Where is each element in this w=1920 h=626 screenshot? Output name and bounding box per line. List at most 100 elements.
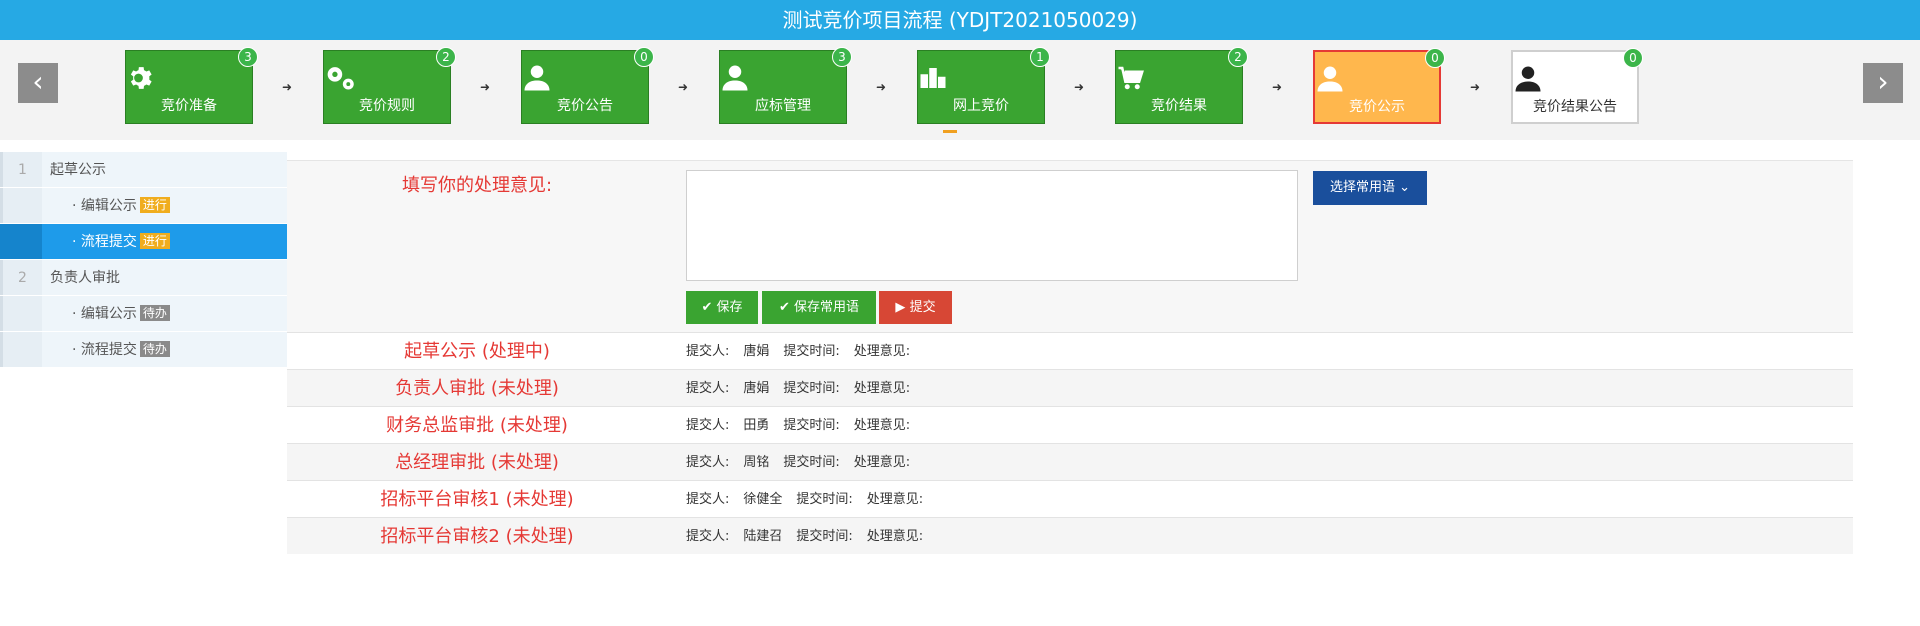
status-badge: 待办 [139, 341, 170, 357]
user-icon [524, 65, 550, 91]
submit-time-label: 提交时间: [796, 529, 853, 544]
step-badge: 0 [634, 47, 654, 67]
arrow-right-icon: ➜ [1272, 80, 1283, 94]
opinion-textarea[interactable] [686, 170, 1298, 281]
approval-record-row: 招标平台审核2 (未处理) 提交人: 陆建召 提交时间: 处理意见: [287, 517, 1853, 554]
save-common-phrase-button[interactable]: ✔ 保存常用语 [762, 291, 876, 324]
sidebar-item-number: 2 [0, 260, 42, 295]
submitter-name: 唐娟 [743, 381, 770, 396]
record-info: 提交人: 唐娟 提交时间: 处理意见: [686, 333, 924, 370]
approval-record-row: 财务总监审批 (未处理) 提交人: 田勇 提交时间: 处理意见: [287, 406, 1853, 443]
sidebar-item-label: · 流程提交 [72, 234, 137, 250]
step-bid-announcement[interactable]: 竞价公告 0 [521, 47, 654, 124]
sidebar-item-label: 负责人审批 [50, 270, 120, 286]
sidebar-item-label: · 编辑公示 [72, 198, 137, 214]
current-step-indicator [943, 130, 957, 133]
prev-arrow-button[interactable]: ‹ [18, 63, 58, 103]
record-info: 提交人: 田勇 提交时间: 处理意见: [686, 407, 924, 444]
arrow-right-icon: ➜ [678, 80, 689, 94]
submitter-name: 田勇 [743, 418, 770, 433]
approval-record-row: 总经理审批 (未处理) 提交人: 周铭 提交时间: 处理意见: [287, 443, 1853, 480]
step-bid-rules[interactable]: 竞价规则 2 [323, 47, 456, 124]
select-common-phrase-button[interactable]: 选择常用语 ⌄ [1313, 171, 1427, 205]
sidebar-item-process-submit[interactable]: · 流程提交 进行 [0, 224, 287, 260]
step-label: 网上竞价 [953, 98, 1009, 114]
gear-icon [130, 67, 152, 89]
sidebar-item-number [0, 296, 42, 331]
submitter-name: 周铭 [743, 455, 770, 470]
submitter-label: 提交人: [686, 381, 730, 396]
opinion-value-label: 处理意见: [853, 418, 911, 433]
opinion-value-label: 处理意见: [853, 344, 911, 359]
opinion-value-label: 处理意见: [866, 492, 924, 507]
user-icon [722, 65, 748, 91]
bidding-icon [920, 68, 946, 88]
step-bid-publicity[interactable]: 竞价公示 0 [1313, 48, 1445, 124]
next-arrow-button[interactable]: › [1863, 63, 1903, 103]
submit-time-label: 提交时间: [783, 344, 840, 359]
step-bid-preparation[interactable]: 竞价准备 3 [125, 47, 258, 124]
approval-record-row: 招标平台审核1 (未处理) 提交人: 徐健全 提交时间: 处理意见: [287, 480, 1853, 517]
sidebar-item-number [0, 224, 42, 259]
opinion-label: 填写你的处理意见: [401, 175, 553, 196]
sidebar-item-process-submit-2[interactable]: · 流程提交 待办 [0, 332, 287, 368]
record-info: 提交人: 唐娟 提交时间: 处理意见: [686, 370, 924, 407]
record-stage: 财务总监审批 (未处理) [386, 415, 568, 436]
save-button[interactable]: ✔ 保存 [686, 291, 758, 324]
step-bar: ‹ 竞价准备 3 ➜ 竞价规则 2 ➜ 竞价公告 0 ➜ 应标管理 3 ➜ 网上… [0, 40, 1920, 140]
step-bid-result[interactable]: 竞价结果 2 [1115, 47, 1248, 124]
record-info: 提交人: 徐健全 提交时间: 处理意见: [686, 481, 937, 518]
approval-record-row: 起草公示 (处理中) 提交人: 唐娟 提交时间: 处理意见: [287, 332, 1853, 369]
step-bid-result-announcement[interactable]: 竞价结果公告 0 [1511, 48, 1643, 124]
opinion-value-label: 处理意见: [853, 455, 911, 470]
sidebar-item-edit-publicity-2[interactable]: · 编辑公示 待办 [0, 296, 287, 332]
check-icon: ✔ [701, 300, 713, 315]
save-label: 保存 [716, 300, 743, 315]
check-icon: ✔ [778, 300, 790, 315]
submit-button[interactable]: ▶ 提交 [879, 291, 952, 324]
approval-record-row: 负责人审批 (未处理) 提交人: 唐娟 提交时间: 处理意见: [287, 369, 1853, 406]
submitter-label: 提交人: [686, 529, 730, 544]
status-badge: 进行 [139, 197, 170, 213]
opinion-form: 填写你的处理意见: ✔ 保存 ✔ 保存常用语 ▶ 提交 选择常用语 ⌄ [287, 160, 1853, 332]
step-label: 竞价准备 [161, 98, 217, 114]
submitter-label: 提交人: [686, 455, 730, 470]
record-info: 提交人: 周铭 提交时间: 处理意见: [686, 444, 924, 481]
opinion-value-label: 处理意见: [853, 381, 911, 396]
gears-icon [327, 67, 354, 90]
submitter-label: 提交人: [686, 344, 730, 359]
step-badge: 2 [436, 47, 456, 67]
arrow-right-icon: ➜ [1074, 80, 1085, 94]
submit-label: 提交 [909, 300, 936, 315]
sidebar-item-label: · 流程提交 [72, 342, 137, 358]
status-badge: 进行 [139, 233, 170, 249]
step-label: 竞价规则 [359, 98, 415, 114]
user-icon [1515, 66, 1541, 92]
step-label: 竞价结果公告 [1533, 99, 1617, 115]
sidebar-item-label: 起草公示 [50, 162, 106, 178]
record-stage: 总经理审批 (未处理) [395, 452, 559, 473]
select-phrase-label: 选择常用语 [1329, 180, 1395, 195]
step-bid-response-management[interactable]: 应标管理 3 [719, 47, 852, 124]
step-label: 竞价公示 [1349, 99, 1405, 115]
step-badge: 2 [1228, 47, 1248, 67]
submitter-label: 提交人: [686, 492, 730, 507]
sidebar-item-edit-publicity[interactable]: · 编辑公示 进行 [0, 188, 287, 224]
sidebar-item-number: 1 [0, 152, 42, 187]
submitter-name: 徐健全 [743, 492, 783, 507]
submitter-name: 陆建召 [743, 529, 783, 544]
record-stage: 招标平台审核2 (未处理) [380, 526, 574, 547]
submit-time-label: 提交时间: [796, 492, 853, 507]
sidebar-item-manager-approval[interactable]: 2 负责人审批 [0, 260, 287, 296]
step-online-bidding[interactable]: 网上竞价 1 [917, 47, 1050, 124]
step-label: 竞价结果 [1151, 98, 1207, 114]
step-label: 应标管理 [755, 98, 811, 114]
cart-icon [1118, 66, 1144, 90]
approval-records: 起草公示 (处理中) 提交人: 唐娟 提交时间: 处理意见: 负责人审批 (未处理) … [287, 332, 1853, 554]
step-badge: 3 [238, 47, 258, 67]
sidebar-item-number [0, 188, 42, 223]
user-icon [1317, 66, 1343, 92]
save-common-label: 保存常用语 [794, 300, 860, 315]
sidebar-item-draft-publicity[interactable]: 1 起草公示 [0, 152, 287, 188]
arrow-right-icon: ➜ [282, 80, 293, 94]
